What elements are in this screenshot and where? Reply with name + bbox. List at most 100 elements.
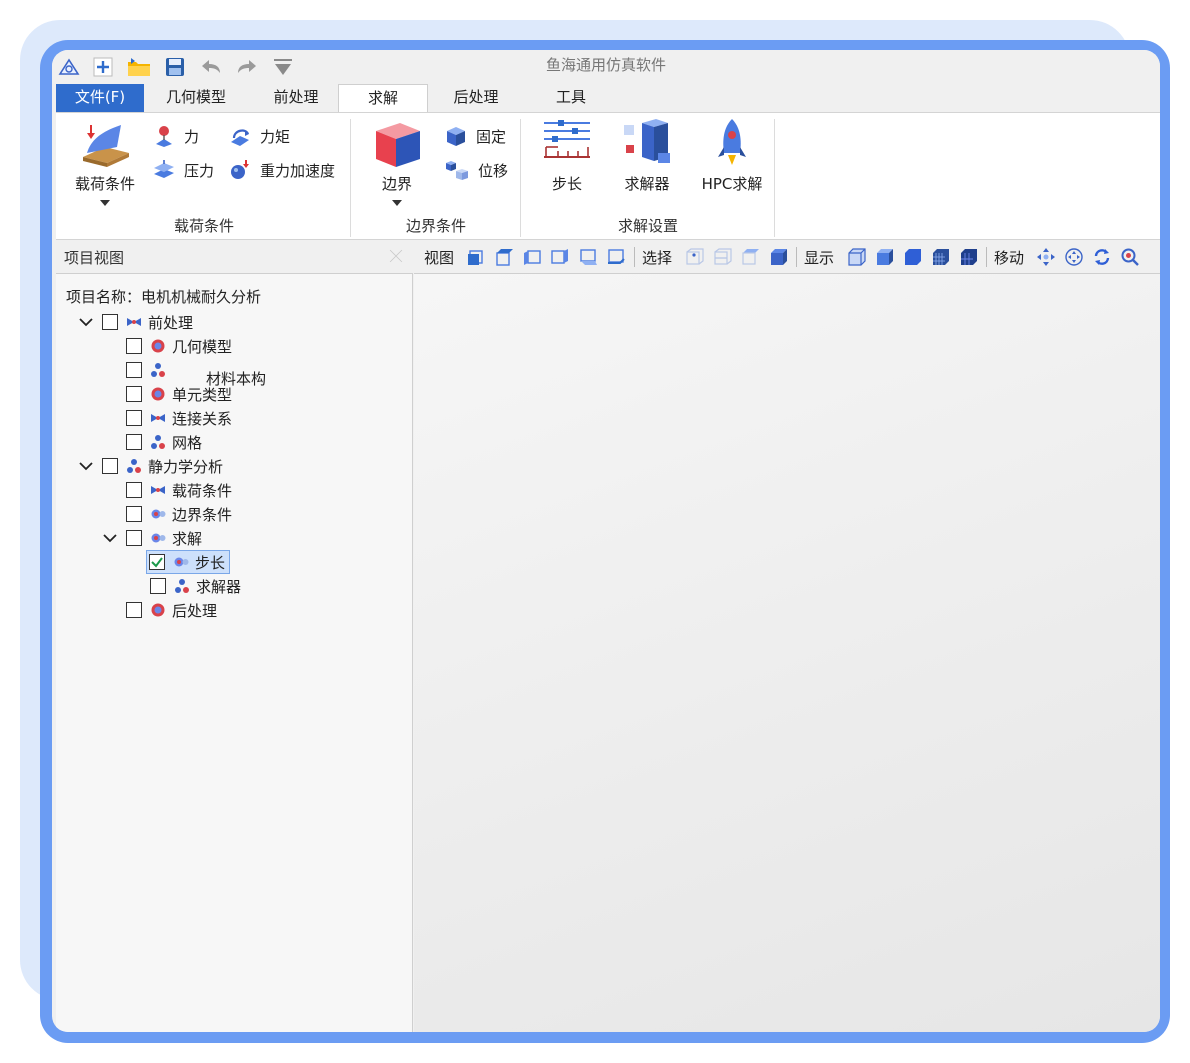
ribbon-divider	[774, 119, 775, 237]
move-label: 移动	[994, 249, 1025, 267]
tree-node-static-analysis[interactable]: 静力学分析	[78, 454, 223, 478]
rotate-view-icon[interactable]	[1064, 247, 1084, 267]
pressure-icon	[154, 160, 174, 178]
gear-icon	[151, 387, 165, 401]
app-window: 鱼海通用仿真软件 文件(F) 几何模型 前处理 求解 后处理 工具 载荷条件 力	[52, 50, 1160, 1032]
tree-node-mesh[interactable]: 网格	[126, 430, 202, 454]
display-mesh-shaded-icon[interactable]	[958, 247, 978, 267]
gear-icon	[151, 339, 165, 353]
tree-node-geometry[interactable]: 几何模型	[126, 334, 232, 358]
fixed-icon	[447, 127, 465, 146]
tree-checkbox[interactable]	[126, 434, 142, 450]
tree-label: 单元类型	[172, 385, 233, 404]
solver-button[interactable]: 求解器	[612, 117, 682, 194]
ribbon-divider	[350, 119, 351, 237]
view-right-icon[interactable]	[550, 247, 570, 267]
chevron-down-icon[interactable]	[78, 458, 94, 474]
select-point-icon[interactable]	[684, 247, 704, 267]
tree-label: 边界条件	[172, 505, 233, 524]
ribbon-divider	[520, 119, 521, 237]
select-face-icon[interactable]	[740, 247, 760, 267]
pressure-button[interactable]: 压力	[152, 157, 214, 183]
tree-checkbox[interactable]	[126, 362, 142, 378]
tree-node-connection[interactable]: 连接关系	[126, 406, 232, 430]
load-conditions-icon	[83, 125, 129, 167]
solver-icon	[624, 119, 670, 163]
tree-node-postprocess[interactable]: 后处理	[126, 598, 217, 622]
load-group-label: 载荷条件	[173, 217, 234, 235]
toolbar-divider	[796, 247, 797, 267]
chevron-down-icon[interactable]	[100, 200, 110, 206]
select-edge-icon[interactable]	[712, 247, 732, 267]
fixed-button[interactable]: 固定	[444, 123, 506, 149]
pan-icon[interactable]	[1036, 247, 1056, 267]
toolbar-divider	[634, 247, 635, 267]
tree-node-preprocess[interactable]: 前处理	[78, 310, 193, 334]
window-title: 鱼海通用仿真软件	[545, 56, 666, 74]
hpc-solve-button[interactable]: HPC求解	[692, 117, 772, 194]
tab-tools[interactable]: 工具	[524, 84, 618, 112]
load-conditions-button[interactable]: 载荷条件	[66, 117, 144, 206]
boundary-button[interactable]: 边界	[362, 117, 432, 206]
view-top-icon[interactable]	[494, 247, 514, 267]
displacement-label: 位移	[478, 161, 509, 180]
tree-node-solve[interactable]: 求解	[102, 526, 202, 550]
close-icon[interactable]	[387, 247, 405, 265]
refresh-icon[interactable]	[1092, 247, 1112, 267]
tree-checkbox[interactable]	[126, 386, 142, 402]
chevron-down-icon[interactable]	[102, 530, 118, 546]
tree-checkbox-checked[interactable]	[149, 554, 165, 570]
step-size-button[interactable]: 步长	[532, 117, 602, 194]
tree-checkbox[interactable]	[102, 314, 118, 330]
tree-checkbox[interactable]	[126, 602, 142, 618]
display-label: 显示	[804, 249, 835, 267]
display-wireframe-icon[interactable]	[846, 247, 866, 267]
tree-node-material[interactable]: 材料本构	[126, 358, 266, 388]
tab-solve[interactable]: 求解	[338, 84, 428, 113]
view-left-icon[interactable]	[522, 247, 542, 267]
pressure-label: 压力	[184, 161, 215, 180]
project-panel-header: 项目视图	[56, 240, 413, 274]
bowtie-icon	[151, 414, 165, 422]
title-bar: 鱼海通用仿真软件	[52, 50, 1160, 84]
view-back-icon[interactable]	[606, 247, 626, 267]
display-shaded-icon[interactable]	[874, 247, 894, 267]
tree-checkbox[interactable]	[102, 458, 118, 474]
view-bottom-icon[interactable]	[578, 247, 598, 267]
tab-postprocess[interactable]: 后处理	[428, 84, 524, 112]
tab-geometry[interactable]: 几何模型	[146, 84, 246, 112]
molecule-icon	[151, 435, 165, 449]
ribbon-tabs: 文件(F) 几何模型 前处理 求解 后处理 工具	[52, 84, 1160, 113]
displacement-button[interactable]: 位移	[444, 157, 508, 183]
tree-checkbox[interactable]	[126, 482, 142, 498]
tree-node-step-size[interactable]: 步长	[146, 550, 231, 574]
tab-preprocess[interactable]: 前处理	[246, 84, 346, 112]
view-front-icon[interactable]	[466, 247, 486, 267]
zoom-icon[interactable]	[1120, 247, 1140, 267]
displacement-icon	[446, 161, 468, 180]
tree-node-element-type[interactable]: 单元类型	[126, 382, 232, 406]
cog-cluster-icon	[174, 557, 189, 567]
moment-icon	[231, 129, 250, 146]
tree-node-boundary[interactable]: 边界条件	[126, 502, 232, 526]
tree-checkbox[interactable]	[126, 530, 142, 546]
chevron-down-icon[interactable]	[392, 200, 402, 206]
tree-node-load[interactable]: 载荷条件	[126, 478, 232, 502]
display-mesh-icon[interactable]	[930, 247, 950, 267]
gravity-button[interactable]: 重力加速度	[228, 157, 335, 183]
step-size-icon	[544, 120, 590, 158]
moment-button[interactable]: 力矩	[228, 123, 290, 149]
chevron-down-icon[interactable]	[78, 314, 94, 330]
tree-label: 网格	[172, 433, 203, 452]
boundary-group-label: 边界条件	[405, 217, 466, 235]
display-solid-icon[interactable]	[902, 247, 922, 267]
3d-viewport[interactable]	[414, 274, 1160, 1032]
tree-checkbox[interactable]	[126, 410, 142, 426]
force-button[interactable]: 力	[152, 123, 199, 149]
tree-checkbox[interactable]	[126, 338, 142, 354]
tree-node-solver[interactable]: 求解器	[150, 574, 241, 598]
tree-checkbox[interactable]	[126, 506, 142, 522]
tree-checkbox[interactable]	[150, 578, 166, 594]
select-body-icon[interactable]	[768, 247, 788, 267]
tab-file[interactable]: 文件(F)	[56, 84, 144, 112]
